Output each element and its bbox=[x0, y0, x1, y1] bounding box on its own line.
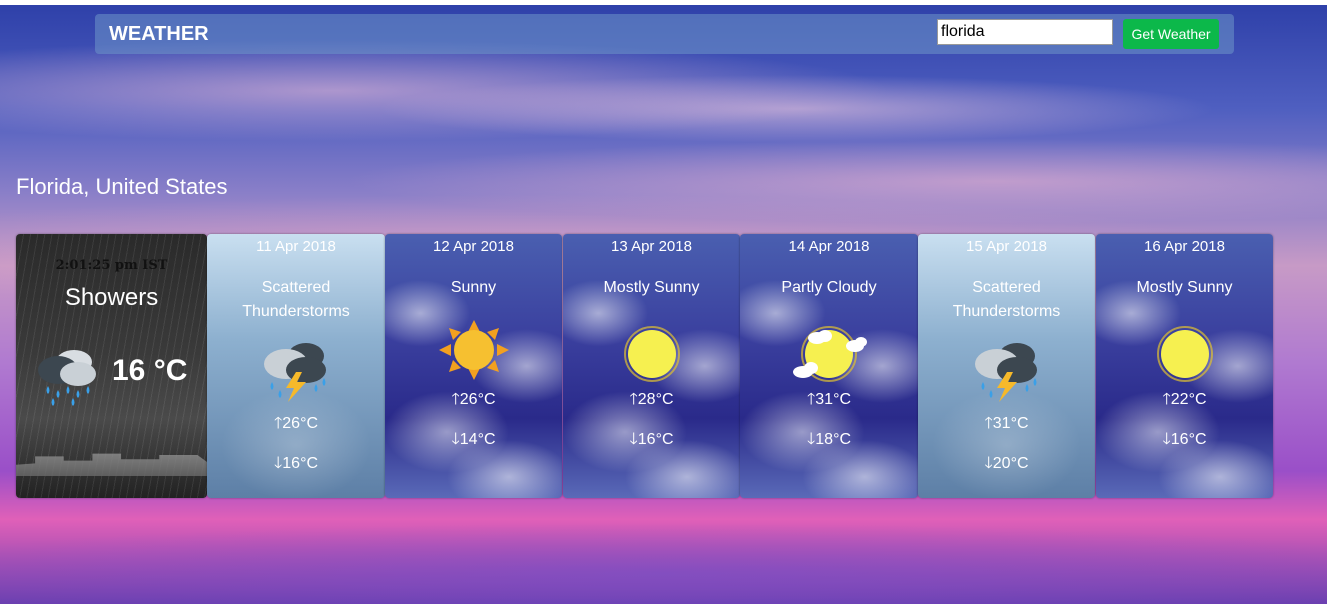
city-search-input[interactable] bbox=[937, 19, 1113, 45]
forecast-low: 🡓18°C bbox=[806, 431, 852, 448]
forecast-condition: Scattered Thunderstorms bbox=[952, 279, 1061, 320]
forecast-condition: Mostly Sunny bbox=[603, 279, 700, 296]
forecast-low: 🡓14°C bbox=[451, 431, 496, 448]
forecast-condition: Partly Cloudy bbox=[781, 279, 877, 296]
forecast-condition: Sunny bbox=[450, 279, 497, 296]
forecast-cards: 2:01:25 pm IST Showers 16 °C 11 Apr 2018… bbox=[16, 234, 1273, 498]
navbar: WEATHER Get Weather bbox=[95, 14, 1234, 54]
forecast-high: 🡑26°C bbox=[273, 415, 319, 432]
forecast-high: 🡑31°C bbox=[984, 415, 1029, 432]
forecast-high: 🡑28°C bbox=[629, 391, 674, 408]
forecast-condition: Mostly Sunny bbox=[1136, 279, 1233, 296]
forecast-card-day1: 11 Apr 2018 Scattered Thunderstorms 🡑26°… bbox=[207, 234, 385, 498]
forecast-date: 11 Apr 2018 bbox=[256, 238, 336, 255]
forecast-low: 🡓16°C bbox=[629, 431, 674, 448]
forecast-high: 🡑26°C bbox=[451, 391, 496, 408]
thunderstorm-icon bbox=[264, 343, 326, 402]
forecast-condition: Scattered Thunderstorms bbox=[242, 279, 350, 320]
current-condition: Showers bbox=[64, 284, 159, 311]
location-title: Florida, United States bbox=[16, 174, 228, 199]
partly-cloudy-icon bbox=[793, 326, 867, 382]
forecast-date: 16 Apr 2018 bbox=[1144, 238, 1225, 255]
forecast-date: 14 Apr 2018 bbox=[788, 238, 870, 255]
showers-icon bbox=[38, 350, 96, 406]
thunderstorm-icon bbox=[974, 343, 1037, 402]
forecast-card-day3: 13 Apr 2018 Mostly Sunny 🡑28°C 🡓16°C bbox=[563, 234, 740, 498]
forecast-date: 12 Apr 2018 bbox=[433, 238, 514, 255]
forecast-date: 13 Apr 2018 bbox=[611, 238, 692, 255]
sun-icon bbox=[438, 320, 509, 380]
get-weather-button[interactable]: Get Weather bbox=[1123, 19, 1219, 49]
mostly-sunny-icon bbox=[1156, 326, 1213, 382]
forecast-low: 🡓16°C bbox=[273, 455, 319, 472]
forecast-high: 🡑31°C bbox=[806, 391, 852, 408]
brand-title[interactable]: WEATHER bbox=[109, 23, 209, 46]
mostly-sunny-icon bbox=[623, 326, 680, 382]
town-silhouette bbox=[16, 453, 207, 476]
top-border bbox=[0, 0, 1327, 5]
forecast-date: 15 Apr 2018 bbox=[966, 238, 1047, 255]
forecast-high: 🡑22°C bbox=[1162, 391, 1207, 408]
forecast-low: 🡓20°C bbox=[984, 455, 1029, 472]
current-weather-card: 2:01:25 pm IST Showers 16 °C bbox=[16, 234, 207, 498]
current-temperature: 16 °C bbox=[112, 354, 188, 387]
forecast-card-day4: 14 Apr 2018 Partly Cloudy 🡑31°C 🡓18°C bbox=[740, 234, 918, 498]
forecast-card-day5: 15 Apr 2018 Scattered Thunderstorms 🡑31°… bbox=[918, 234, 1095, 498]
forecast-card-day2: 12 Apr 2018 Sunny 🡑26°C 🡓14°C bbox=[385, 234, 562, 498]
forecast-card-day6: 16 Apr 2018 Mostly Sunny 🡑22°C 🡓16°C bbox=[1096, 234, 1273, 498]
forecast-low: 🡓16°C bbox=[1162, 431, 1207, 448]
current-time: 2:01:25 pm IST bbox=[55, 258, 168, 273]
